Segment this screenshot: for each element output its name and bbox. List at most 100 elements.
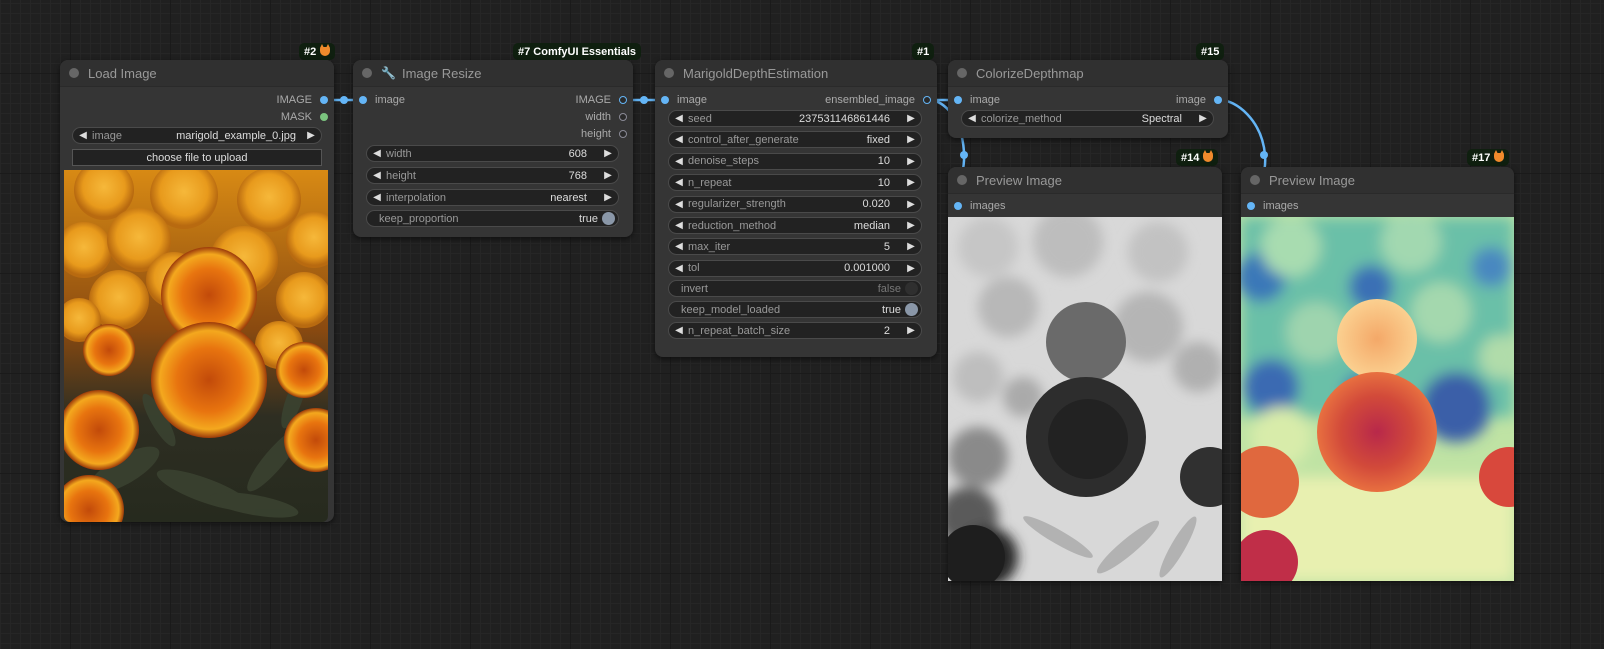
n-repeat-batch-size-widget[interactable]: ◀ n_repeat_batch_size 2 ▶ [668,322,922,339]
node-title-bar[interactable]: MarigoldDepthEstimation [655,60,937,87]
toggle-knob-icon[interactable] [905,282,918,295]
collapse-dot-icon[interactable] [957,175,967,185]
left-arrow-icon[interactable]: ◀ [672,134,686,145]
preview-image-node-17[interactable]: Preview Image images [1241,167,1514,581]
seed-widget[interactable]: ◀ seed 237531146861446 ▶ [668,110,922,127]
right-arrow-icon[interactable]: ▶ [904,134,918,145]
link-midpoint [340,96,348,104]
right-arrow-icon[interactable]: ▶ [304,130,318,141]
input-slot-images[interactable]: images [1247,198,1298,214]
left-arrow-icon[interactable]: ◀ [672,199,686,210]
colorize-method-widget[interactable]: ◀ colorize_method Spectral ▶ [961,110,1214,127]
interpolation-widget[interactable]: ◀ interpolation nearest ▶ [366,189,619,206]
left-arrow-icon[interactable]: ◀ [76,130,90,141]
left-arrow-icon[interactable]: ◀ [370,148,384,159]
collapse-dot-icon[interactable] [69,68,79,78]
image-combo-widget[interactable]: ◀ image marigold_example_0.jpg ▶ [72,127,322,144]
slot-dot-icon[interactable] [619,113,627,121]
depth-preview-image [948,217,1222,581]
collapse-dot-icon[interactable] [1250,175,1260,185]
node-title-bar[interactable]: Preview Image [1241,167,1514,194]
slot-dot-icon[interactable] [923,96,931,104]
slot-dot-icon[interactable] [320,113,328,121]
slot-dot-icon[interactable] [1214,96,1222,104]
keep-proportion-toggle[interactable]: keep_proportion true [366,210,619,227]
collapse-dot-icon[interactable] [362,68,372,78]
node-title-bar[interactable]: Preview Image [948,167,1222,194]
reduction-method-widget[interactable]: ◀ reduction_method median ▶ [668,217,922,234]
right-arrow-icon[interactable]: ▶ [904,263,918,274]
input-slot-images[interactable]: images [954,198,1005,214]
right-arrow-icon[interactable]: ▶ [904,113,918,124]
output-slot-width[interactable]: width [585,109,627,125]
slot-dot-icon[interactable] [661,96,669,104]
output-slot-mask[interactable]: MASK [281,109,328,125]
toggle-knob-icon[interactable] [602,212,615,225]
left-arrow-icon[interactable]: ◀ [672,263,686,274]
right-arrow-icon[interactable]: ▶ [904,156,918,167]
invert-toggle[interactable]: invert false [668,280,922,297]
fox-icon [320,44,331,56]
right-arrow-icon[interactable]: ▶ [904,199,918,210]
width-widget[interactable]: ◀ width 608 ▶ [366,145,619,162]
left-arrow-icon[interactable]: ◀ [672,325,686,336]
node-title-bar[interactable]: ColorizeDepthmap [948,60,1228,87]
max-iter-widget[interactable]: ◀ max_iter 5 ▶ [668,238,922,256]
tol-widget[interactable]: ◀ tol 0.001000 ▶ [668,259,922,277]
right-arrow-icon[interactable]: ▶ [601,192,615,203]
toggle-knob-icon[interactable] [905,303,918,316]
node-badge: #15 [1196,43,1225,60]
input-slot-image[interactable]: image [954,92,1000,108]
input-slot-image[interactable]: image [661,92,707,108]
colorize-depthmap-node[interactable]: ColorizeDepthmap image image ◀ colorize_… [948,60,1228,138]
right-arrow-icon[interactable]: ▶ [904,325,918,336]
left-arrow-icon[interactable]: ◀ [672,156,686,167]
load-image-node[interactable]: Load Image IMAGE MASK ◀ image marigold_e… [60,60,334,522]
upload-button[interactable]: choose file to upload [72,149,322,166]
left-arrow-icon[interactable]: ◀ [672,241,686,252]
output-slot-height[interactable]: height [581,126,627,142]
control-after-generate-widget[interactable]: ◀ control_after_generate fixed ▶ [668,131,922,149]
left-arrow-icon[interactable]: ◀ [672,220,686,231]
input-slot-image[interactable]: image [359,92,405,108]
left-arrow-icon[interactable]: ◀ [965,113,979,124]
collapse-dot-icon[interactable] [664,68,674,78]
slot-dot-icon[interactable] [320,96,328,104]
slot-dot-icon[interactable] [619,130,627,138]
node-badge: #7 ComfyUI Essentials [513,43,641,60]
preview-image-node-14[interactable]: Preview Image images [948,167,1222,581]
left-arrow-icon[interactable]: ◀ [672,113,686,124]
fox-icon [1494,150,1505,162]
left-arrow-icon[interactable]: ◀ [672,177,686,188]
wrench-icon: 🔧 [381,66,396,80]
output-slot-image[interactable]: IMAGE [576,92,627,108]
node-title: Load Image [88,65,157,81]
right-arrow-icon[interactable]: ▶ [1196,113,1210,124]
node-title-bar[interactable]: 🔧 Image Resize [353,60,633,87]
denoise-steps-widget[interactable]: ◀ denoise_steps 10 ▶ [668,152,922,170]
keep-model-loaded-toggle[interactable]: keep_model_loaded true [668,301,922,318]
output-slot-image[interactable]: image [1176,92,1222,108]
marigold-depth-node[interactable]: MarigoldDepthEstimation image ensembled_… [655,60,937,357]
height-widget[interactable]: ◀ height 768 ▶ [366,167,619,184]
slot-dot-icon[interactable] [954,96,962,104]
right-arrow-icon[interactable]: ▶ [904,177,918,188]
output-slot-ensembled-image[interactable]: ensembled_image [825,92,931,108]
collapse-dot-icon[interactable] [957,68,967,78]
slot-dot-icon[interactable] [954,202,962,210]
regularizer-strength-widget[interactable]: ◀ regularizer_strength 0.020 ▶ [668,195,922,213]
right-arrow-icon[interactable]: ▶ [601,170,615,181]
n-repeat-widget[interactable]: ◀ n_repeat 10 ▶ [668,174,922,192]
node-title: Preview Image [976,172,1062,188]
slot-dot-icon[interactable] [1247,202,1255,210]
right-arrow-icon[interactable]: ▶ [601,148,615,159]
right-arrow-icon[interactable]: ▶ [904,220,918,231]
image-resize-node[interactable]: 🔧 Image Resize image IMAGE width height … [353,60,633,237]
slot-dot-icon[interactable] [359,96,367,104]
output-slot-image[interactable]: IMAGE [277,92,328,108]
slot-dot-icon[interactable] [619,96,627,104]
left-arrow-icon[interactable]: ◀ [370,192,384,203]
node-title-bar[interactable]: Load Image [60,60,334,87]
right-arrow-icon[interactable]: ▶ [904,241,918,252]
left-arrow-icon[interactable]: ◀ [370,170,384,181]
